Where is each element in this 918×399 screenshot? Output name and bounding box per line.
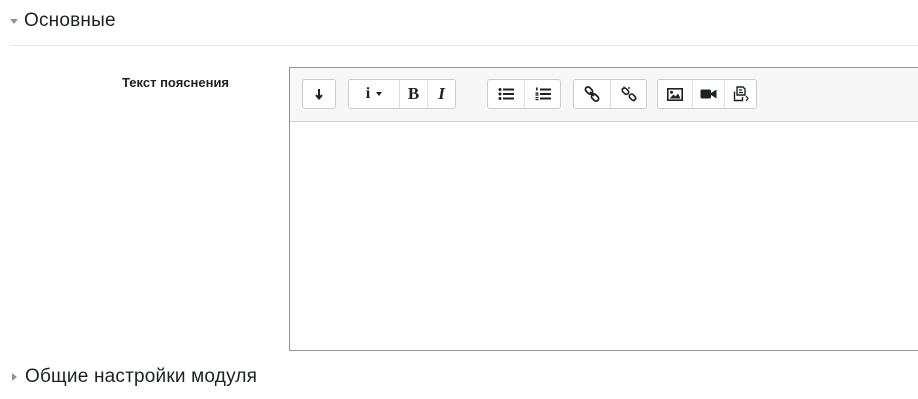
- text-editor: i B I: [289, 67, 918, 351]
- italic-icon: I: [438, 84, 445, 103]
- ordered-list-icon: [535, 87, 551, 101]
- link-icon: [584, 86, 600, 102]
- toolbar-group-media: [657, 79, 757, 109]
- show-more-icon: [315, 89, 323, 100]
- section-general-toggle[interactable]: Основные: [10, 10, 116, 32]
- show-more-button[interactable]: [303, 80, 335, 108]
- info-style-button[interactable]: i: [349, 80, 399, 108]
- toolbar-group-style: i B I: [348, 79, 456, 109]
- bold-icon: B: [407, 84, 420, 103]
- section-module-title: Общие настройки модуля: [25, 366, 258, 387]
- unlink-icon: [621, 86, 636, 102]
- unordered-list-button[interactable]: [488, 80, 524, 108]
- unordered-list-icon: [498, 88, 514, 100]
- toolbar-group-links: [573, 79, 647, 109]
- italic-button[interactable]: I: [427, 80, 455, 108]
- editor-content-area[interactable]: [290, 122, 918, 350]
- image-button[interactable]: [658, 80, 692, 108]
- manage-files-icon: [733, 86, 749, 102]
- section-divider: [10, 45, 918, 46]
- section-general-title: Основные: [24, 10, 116, 31]
- manage-files-button[interactable]: [724, 80, 756, 108]
- ordered-list-button[interactable]: [524, 80, 560, 108]
- section-module-toggle[interactable]: Общие настройки модуля: [10, 366, 257, 388]
- image-icon: [667, 87, 683, 101]
- caret-down-icon: [10, 18, 18, 24]
- toolbar-group-toggle: [302, 79, 336, 109]
- toolbar-group-lists: [487, 79, 561, 109]
- unlink-button[interactable]: [610, 80, 646, 108]
- caret-right-icon: [12, 373, 17, 381]
- video-icon: [700, 89, 717, 99]
- field-label: Текст пояснения: [122, 75, 230, 90]
- bold-button[interactable]: B: [399, 80, 427, 108]
- editor-toolbar: i B I: [290, 68, 918, 122]
- link-button[interactable]: [574, 80, 610, 108]
- video-button[interactable]: [692, 80, 724, 108]
- dropdown-caret-icon: [376, 92, 383, 96]
- info-style-icon: i: [365, 85, 371, 102]
